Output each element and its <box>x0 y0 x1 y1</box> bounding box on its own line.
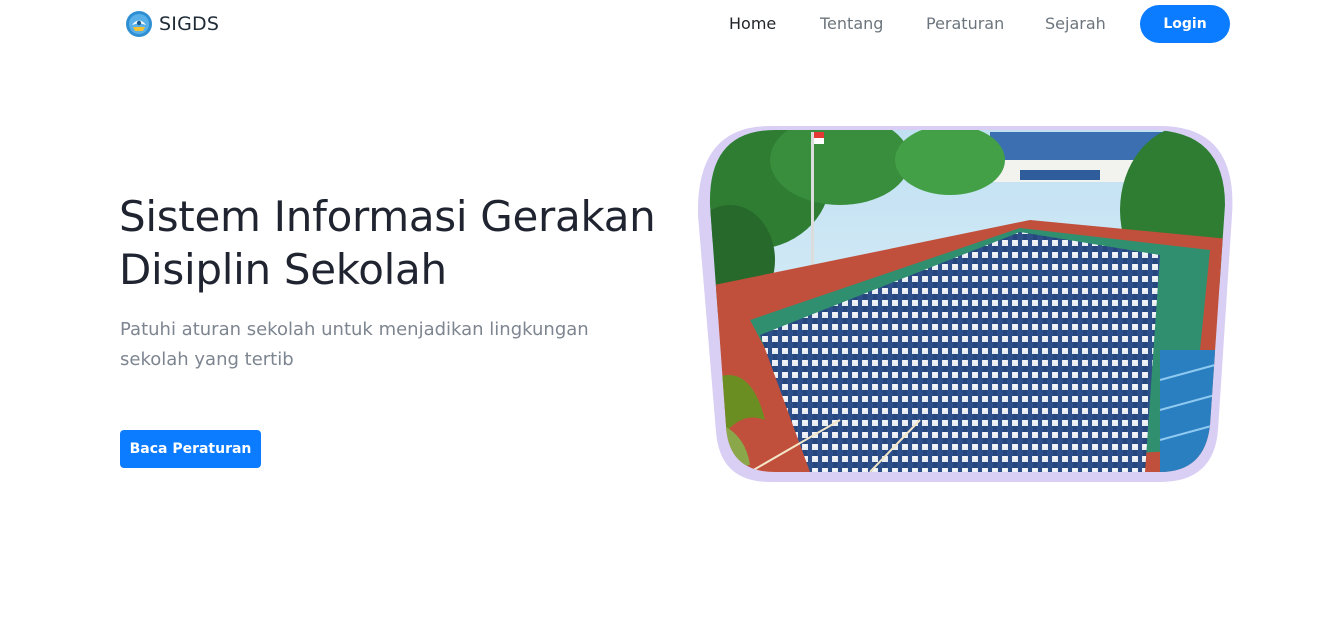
read-rules-button[interactable]: Baca Peraturan <box>120 430 261 468</box>
hero-title: Sistem Informasi Gerakan Disiplin Sekola… <box>119 192 656 294</box>
nav-peraturan[interactable]: Peraturan <box>926 14 1004 33</box>
login-button[interactable]: Login <box>1140 5 1230 43</box>
students-assembly-photo <box>697 126 1233 482</box>
nav-sejarah[interactable]: Sejarah <box>1045 14 1106 33</box>
hero-subtitle: Patuhi aturan sekolah untuk menjadikan l… <box>120 319 589 370</box>
navbar: SIGDS Home Tentang Peraturan Sejarah Log… <box>0 0 1342 48</box>
nav-tentang[interactable]: Tentang <box>820 14 883 33</box>
nav-home[interactable]: Home <box>729 14 776 33</box>
hero-image-frame <box>690 120 1240 490</box>
